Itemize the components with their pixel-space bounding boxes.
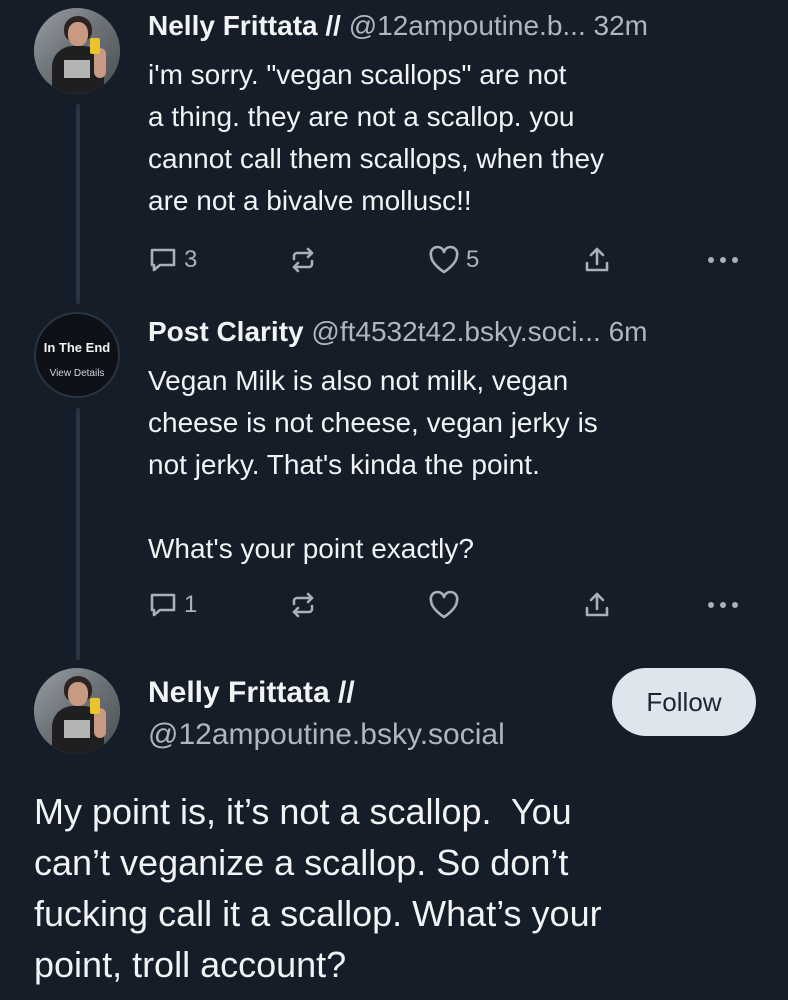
like-icon <box>429 590 459 619</box>
reply-button[interactable]: 3 <box>148 240 197 280</box>
like-count: 5 <box>466 246 480 273</box>
share-icon <box>585 592 609 617</box>
avatar-shirt-graphic <box>64 720 90 738</box>
like-button[interactable]: 5 <box>428 240 479 280</box>
author-name[interactable]: Nelly Frittata // <box>148 10 341 41</box>
like-button[interactable] <box>428 585 460 625</box>
post-actions: 3 5 <box>148 240 748 280</box>
avatar-text-line1: In The End <box>43 340 111 355</box>
avatar-phone <box>90 698 100 714</box>
repost-icon <box>292 592 314 618</box>
more-icon <box>708 602 738 608</box>
post-text[interactable]: i'm sorry. "vegan scallops" are not a th… <box>148 54 748 222</box>
post-header: Nelly Frittata // @12ampoutine.b... 32m <box>148 10 648 42</box>
post-actions: 1 <box>148 585 748 625</box>
repost-button[interactable] <box>288 240 318 280</box>
share-icon <box>585 247 609 272</box>
follow-button[interactable]: Follow <box>612 668 756 736</box>
reply-icon <box>150 248 176 272</box>
thread-line <box>76 408 80 660</box>
reply-button[interactable]: 1 <box>148 585 197 625</box>
avatar-post-clarity[interactable]: In The End View Details <box>34 312 120 398</box>
reply-count: 1 <box>184 591 198 618</box>
avatar-shirt-graphic <box>64 60 90 78</box>
reply-count: 3 <box>184 246 198 273</box>
avatar-phone <box>90 38 100 54</box>
avatar-nelly-frittata[interactable] <box>34 668 120 754</box>
author-handle[interactable]: @12ampoutine.bsky.social <box>148 718 505 752</box>
thread-line <box>76 104 80 304</box>
avatar-nelly-frittata[interactable] <box>34 8 120 94</box>
avatar-text-line2: View Details <box>49 368 105 379</box>
author-name[interactable]: Post Clarity <box>148 316 304 347</box>
repost-button[interactable] <box>288 585 318 625</box>
post-header: Post Clarity @ft4532t42.bsky.soci... 6m <box>148 316 647 348</box>
post-time[interactable]: 6m <box>609 316 648 347</box>
more-button[interactable] <box>706 585 740 625</box>
author-name[interactable]: Nelly Frittata // <box>148 676 355 710</box>
repost-icon <box>292 247 314 273</box>
like-icon <box>429 245 459 274</box>
author-handle[interactable]: @ft4532t42.bsky.soci... <box>311 316 600 347</box>
avatar-face <box>68 682 88 706</box>
share-button[interactable] <box>582 585 612 625</box>
post-time[interactable]: 32m <box>594 10 648 41</box>
more-button[interactable] <box>706 240 740 280</box>
share-button[interactable] <box>582 240 612 280</box>
focused-post-text[interactable]: My point is, it’s not a scallop. You can… <box>34 786 754 990</box>
author-handle[interactable]: @12ampoutine.b... <box>349 10 586 41</box>
avatar-face <box>68 22 88 46</box>
post-text[interactable]: Vegan Milk is also not milk, vegan chees… <box>148 360 748 570</box>
more-icon <box>708 257 738 263</box>
reply-icon <box>150 593 176 617</box>
